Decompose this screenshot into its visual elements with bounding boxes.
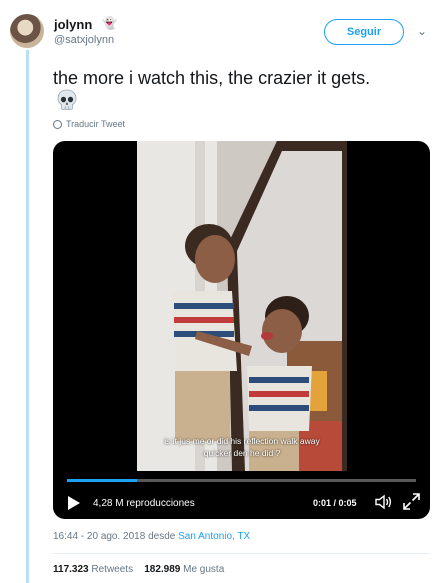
- video-subtitle: is it jus me or did his reflection walk …: [137, 435, 347, 459]
- video-progress-bar[interactable]: [67, 479, 416, 482]
- thread-line: [26, 50, 29, 583]
- user-name[interactable]: jolynn: [54, 17, 92, 32]
- fullscreen-icon[interactable]: [403, 493, 420, 510]
- user-handle[interactable]: @satxjolynn: [54, 34, 114, 46]
- retweet-label[interactable]: Retweets: [91, 564, 133, 575]
- skull-icon: [57, 89, 77, 110]
- subtitle-line-2: quicker den he did ?: [203, 448, 281, 458]
- globe-icon: [53, 119, 62, 129]
- video-progress-fill: [67, 479, 137, 482]
- like-count[interactable]: 182.989: [144, 564, 180, 575]
- tweet-header: jolynn 👻 @satxjolynn Seguir ⌄: [10, 14, 435, 54]
- subtitle-line-1: is it jus me or did his reflection walk …: [164, 436, 320, 446]
- ghost-emoji-badge: 👻: [102, 16, 117, 30]
- chevron-down-icon[interactable]: ⌄: [417, 24, 427, 38]
- video-time: 0:01 / 0:05: [313, 498, 357, 508]
- avatar[interactable]: [10, 14, 44, 48]
- tweet-time: 16:44 - 20 ago. 2018 desde: [53, 531, 179, 542]
- play-icon[interactable]: [67, 495, 81, 511]
- translate-label: Traducir Tweet: [66, 119, 126, 129]
- like-label[interactable]: Me gusta: [183, 564, 224, 575]
- tweet-stats: 117.323 Retweets 182.989 Me gusta: [53, 564, 224, 575]
- follow-button[interactable]: Seguir: [324, 19, 404, 45]
- divider: [53, 553, 430, 554]
- translate-tweet-link[interactable]: Traducir Tweet: [53, 119, 125, 129]
- tweet-location-link[interactable]: San Antonio, TX: [178, 531, 250, 542]
- view-count: 4,28 M reproducciones: [93, 498, 195, 509]
- video-thumbnail: [137, 141, 347, 471]
- tweet-text: the more i watch this, the crazier it ge…: [53, 68, 371, 88]
- tweet-timestamp: 16:44 - 20 ago. 2018 desde San Antonio, …: [53, 531, 250, 542]
- video-player[interactable]: is it jus me or did his reflection walk …: [53, 141, 430, 519]
- retweet-count[interactable]: 117.323: [53, 564, 89, 575]
- volume-icon[interactable]: [375, 494, 393, 510]
